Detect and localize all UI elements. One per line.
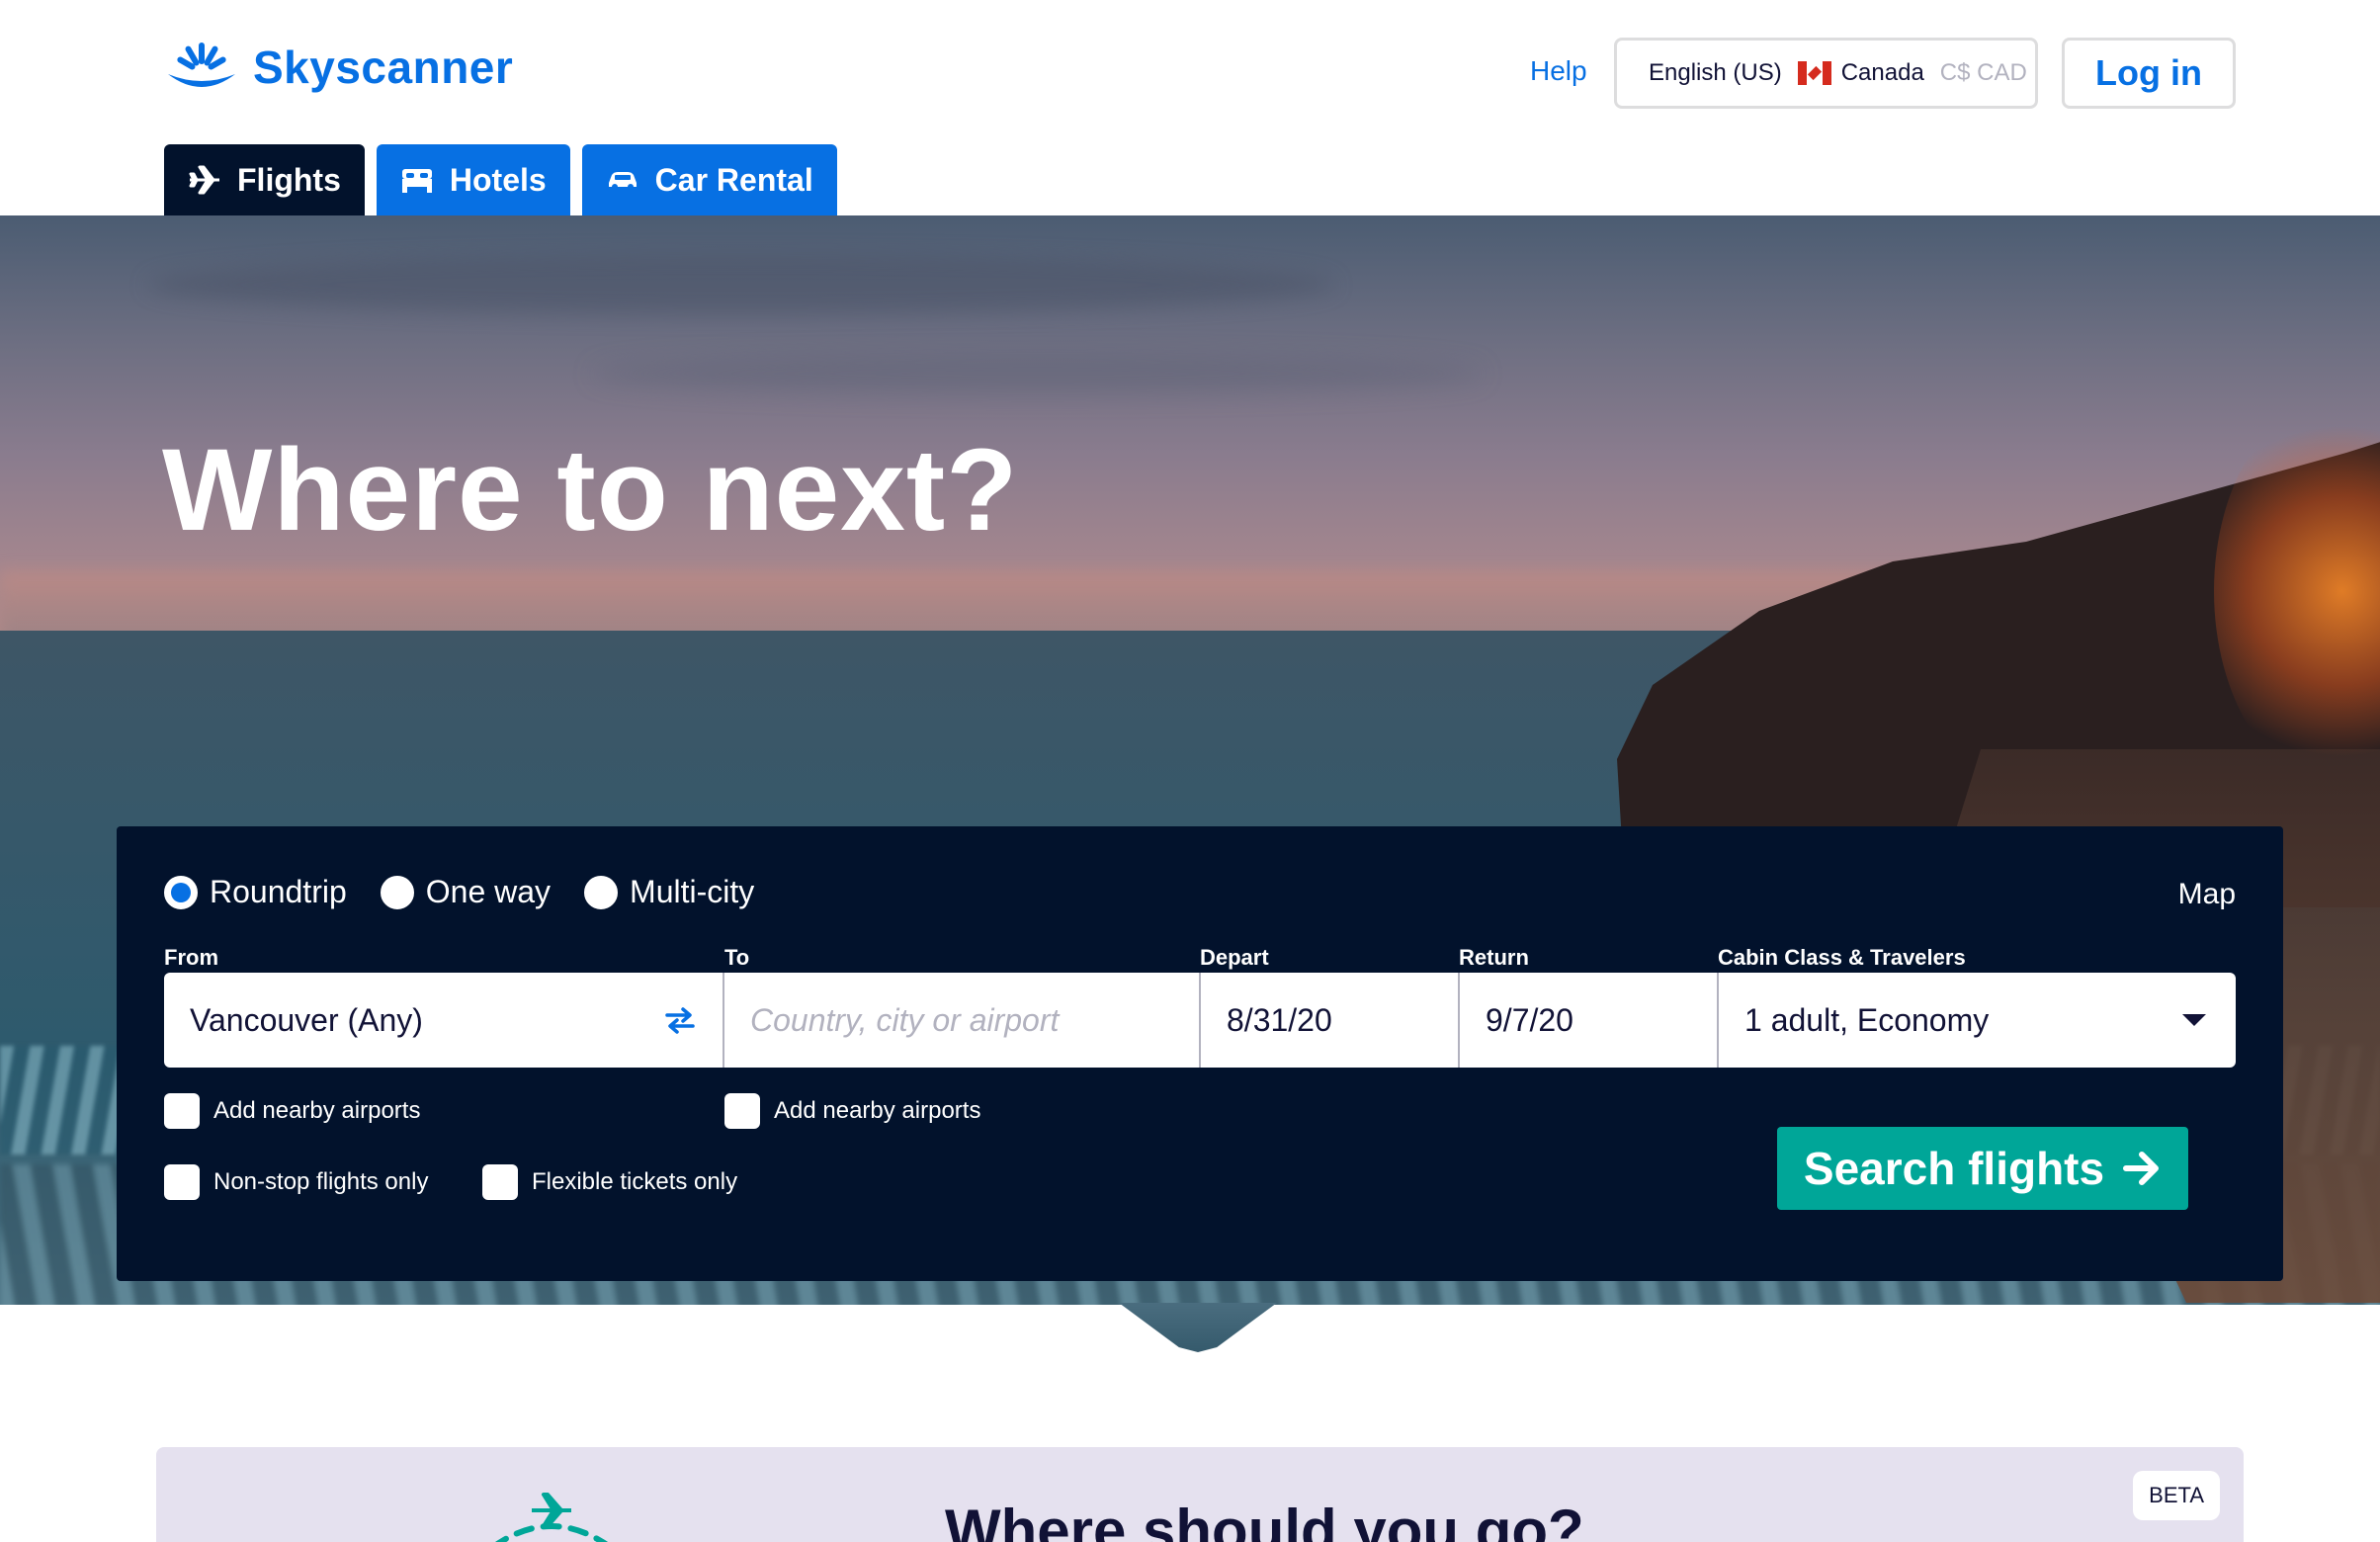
checkbox-label: Add nearby airports [213,1097,421,1124]
login-button[interactable]: Log in [2062,38,2236,109]
radio-label: One way [425,874,552,909]
trip-type-group: Roundtrip One way Multi-city [164,874,754,910]
plane-icon [189,165,219,195]
checkbox-icon [724,1093,760,1129]
return-date-field[interactable]: 9/7/20 [1460,973,1719,1068]
help-link[interactable]: Help [1530,55,1587,87]
checkbox-label: Non-stop flights only [213,1168,429,1195]
tab-hotels[interactable]: Hotels [376,144,570,215]
radio-checked-icon [164,875,198,909]
inspiration-title: Where should you go? [945,1498,1584,1542]
inspiration-card[interactable]: Where should you go? BETA [156,1447,2244,1542]
from-value: Vancouver (Any) [190,1001,423,1038]
to-field[interactable] [724,973,1201,1068]
trip-type-one-way[interactable]: One way [380,874,552,910]
map-link[interactable]: Map [2178,878,2236,911]
to-nearby-checkbox[interactable]: Add nearby airports [724,1093,980,1129]
from-label: From [164,945,218,970]
depart-label: Depart [1200,945,1269,970]
checkbox-icon [164,1093,200,1129]
search-button-label: Search flights [1803,1143,2105,1194]
checkbox-icon [164,1164,200,1200]
car-icon [608,172,637,190]
search-fields: Vancouver (Any) 8/31/20 9/7/20 1 adult, … [164,973,2236,1068]
to-input[interactable] [750,1001,1199,1039]
from-nearby-checkbox[interactable]: Add nearby airports [164,1093,420,1129]
radio-icon [584,875,619,909]
product-tabs: Flights Hotels Car Rental [164,144,837,215]
tab-label: Flights [237,161,341,198]
site-header: Skyscanner Help English (US) Canada C$ C… [0,0,2380,215]
to-label: To [724,945,750,970]
hero-background: Where to next? Roundtrip One way Multi-c… [0,215,2380,1305]
flight-path-icon [495,1493,608,1542]
language-label: English (US) [1649,59,1782,86]
bed-icon [401,169,432,193]
checkbox-label: Add nearby airports [774,1097,981,1124]
canada-flag-icon [1797,61,1831,85]
skyscanner-logo[interactable]: Skyscanner [162,36,513,99]
tab-label: Car Rental [654,161,813,198]
radio-label: Roundtrip [210,874,347,909]
country-label: Canada [1840,59,1924,86]
locale-button[interactable]: English (US) Canada C$ CAD [1614,38,2038,109]
search-flights-button[interactable]: Search flights [1777,1127,2188,1210]
brand-name: Skyscanner [253,42,514,93]
radio-label: Multi-city [630,874,755,909]
cabin-label: Cabin Class & Travelers [1718,945,1966,970]
checkbox-icon [482,1164,518,1200]
tab-flights[interactable]: Flights [164,144,365,215]
sunrise-logo-icon [168,43,235,87]
tab-label: Hotels [449,161,547,198]
arrow-right-icon [2123,1152,2160,1185]
swap-icon[interactable] [663,1006,697,1034]
from-field[interactable]: Vancouver (Any) [164,973,724,1068]
return-label: Return [1459,945,1529,970]
chevron-down-icon [2182,1014,2206,1026]
checkbox-label: Flexible tickets only [532,1168,738,1195]
trip-type-multi-city[interactable]: Multi-city [584,874,754,910]
cabin-travelers-field[interactable]: 1 adult, Economy [1719,973,2236,1068]
depart-date-field[interactable]: 8/31/20 [1201,973,1460,1068]
hero-notch [1119,1303,1277,1352]
nonstop-checkbox[interactable]: Non-stop flights only [164,1164,428,1200]
tab-car-rental[interactable]: Car Rental [581,144,837,215]
currency-label: C$ CAD [1939,59,2027,86]
radio-icon [380,875,414,909]
cabin-value: 1 adult, Economy [1744,1001,1990,1038]
flexible-checkbox[interactable]: Flexible tickets only [482,1164,737,1200]
depart-value: 8/31/20 [1227,1001,1332,1038]
trip-type-roundtrip[interactable]: Roundtrip [164,874,347,910]
hero-title: Where to next? [162,425,1019,556]
beta-badge: BETA [2133,1471,2220,1520]
flight-search-panel: Roundtrip One way Multi-city Map From To… [117,826,2283,1281]
return-value: 9/7/20 [1486,1001,1573,1038]
